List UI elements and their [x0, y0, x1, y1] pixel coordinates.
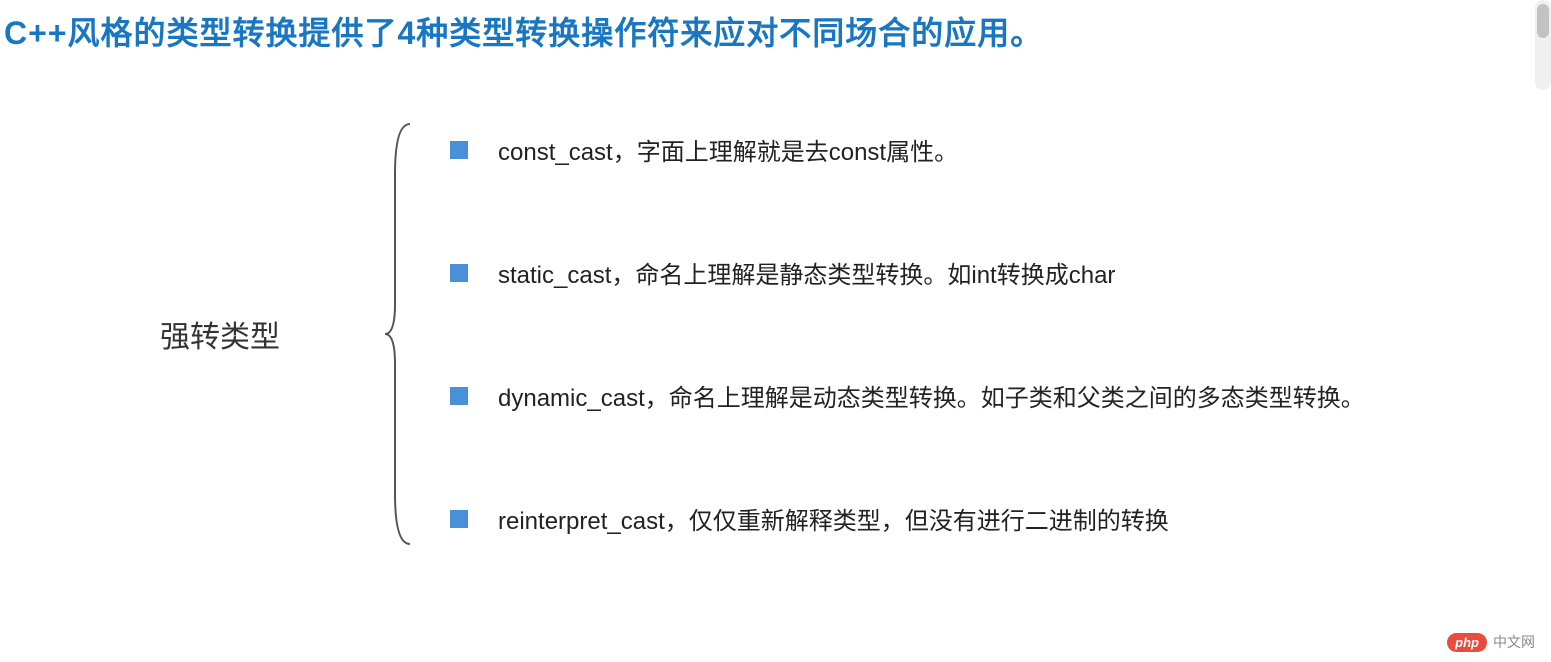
- category-label: 强转类型: [0, 312, 380, 356]
- square-bullet-icon: [450, 264, 468, 282]
- scrollbar-track[interactable]: [1535, 0, 1551, 90]
- list-item: dynamic_cast，命名上理解是动态类型转换。如子类和父类之间的多态类型转…: [450, 378, 1365, 413]
- list-item-text: dynamic_cast，命名上理解是动态类型转换。如子类和父类之间的多态类型转…: [498, 378, 1365, 413]
- list-item: static_cast，命名上理解是静态类型转换。如int转换成char: [450, 255, 1365, 290]
- content-area: 强转类型 const_cast，字面上理解就是去const属性。 static_…: [0, 114, 1551, 554]
- page-title: C++风格的类型转换提供了4种类型转换操作符来应对不同场合的应用。: [0, 0, 1551, 54]
- watermark-text: 中文网: [1493, 632, 1535, 652]
- brace-icon: [380, 114, 420, 554]
- list-item: const_cast，字面上理解就是去const属性。: [450, 132, 1365, 167]
- list-item-text: static_cast，命名上理解是静态类型转换。如int转换成char: [498, 255, 1115, 290]
- scrollbar-thumb[interactable]: [1537, 4, 1549, 38]
- square-bullet-icon: [450, 510, 468, 528]
- square-bullet-icon: [450, 141, 468, 159]
- watermark-badge: php: [1447, 633, 1487, 652]
- list-item-text: reinterpret_cast，仅仅重新解释类型，但没有进行二进制的转换: [498, 501, 1169, 536]
- watermark: php 中文网: [1447, 632, 1535, 652]
- square-bullet-icon: [450, 387, 468, 405]
- cast-type-list: const_cast，字面上理解就是去const属性。 static_cast，…: [450, 114, 1365, 554]
- list-item-text: const_cast，字面上理解就是去const属性。: [498, 132, 958, 167]
- list-item: reinterpret_cast，仅仅重新解释类型，但没有进行二进制的转换: [450, 501, 1365, 536]
